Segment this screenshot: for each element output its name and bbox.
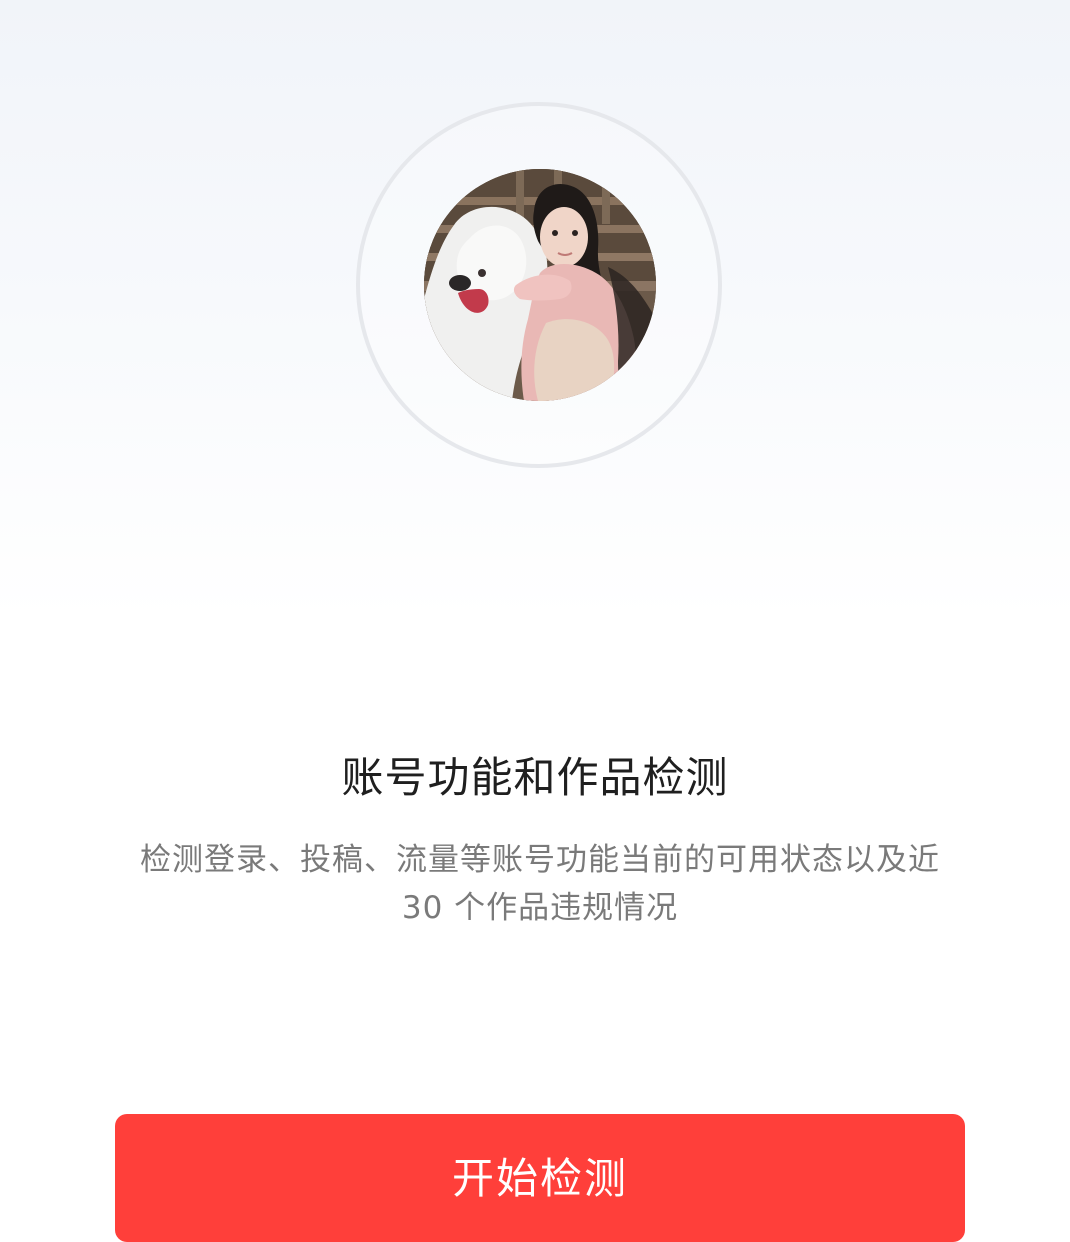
avatar xyxy=(424,169,656,401)
description-text: 检测登录、投稿、流量等账号功能当前的可用状态以及近 30 个作品违规情况 xyxy=(140,842,940,926)
avatar-image xyxy=(424,169,656,401)
start-detection-button[interactable]: 开始检测 xyxy=(115,1114,965,1242)
page-title: 账号功能和作品检测 xyxy=(341,753,729,802)
